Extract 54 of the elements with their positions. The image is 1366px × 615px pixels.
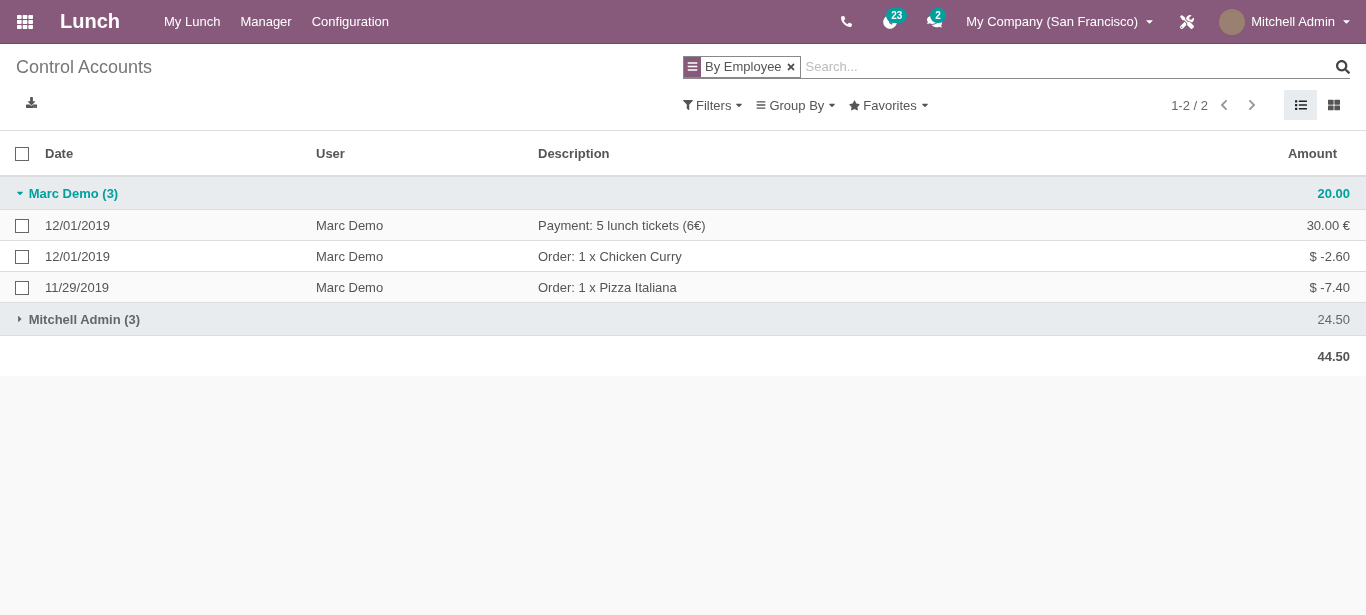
group-row[interactable]: Mitchell Admin (3) 24.50 [0,302,1366,336]
chevron-right-icon [1246,99,1258,111]
group-by-button[interactable]: Group By [756,97,844,113]
table-cell: Order: 1 x Pizza Italiana [530,271,1100,303]
list-view-button[interactable] [1284,90,1317,120]
list-view-icon [1294,99,1307,111]
app-name[interactable]: Lunch [50,0,130,43]
download-icon [26,96,37,108]
chevron-left-icon [1218,99,1230,111]
group-label[interactable]: Mitchell Admin (3) [15,311,141,327]
table-cell: Payment: 5 lunch tickets (6€) [530,209,1100,241]
pager-value: 1-2 / 2 [1171,97,1208,113]
menu-item[interactable]: My Lunch [154,0,231,43]
activity-count: 23 [886,8,908,23]
tools-icon [1180,14,1195,29]
table-cell: Marc Demo [308,240,530,272]
page-title: Control Accounts [16,56,154,78]
favorites-button[interactable]: Favorites [849,97,936,113]
user-menu[interactable]: Mitchell Admin [1209,0,1366,43]
row-checkbox[interactable] [15,280,29,295]
table-cell: Order: 1 x Chicken Curry [530,240,1100,272]
group-total: 24.50 [1099,302,1366,336]
group-icon [756,100,767,110]
activity-button[interactable]: 23 [868,0,913,43]
avatar [1219,8,1246,35]
row-checkbox[interactable] [15,249,29,264]
search-facet[interactable]: By Employee [683,55,801,78]
table-cell: Marc Demo [308,271,530,303]
table-cell: $ -2.60 [1099,240,1366,272]
message-count: 2 [930,8,946,23]
filter-icon [683,100,693,110]
star-icon [849,99,861,111]
search-icon [1336,59,1350,74]
messages-button[interactable]: 2 [912,0,957,43]
group-facet-icon [684,56,701,77]
grand-total: 44.50 [1099,335,1366,376]
row-checkbox[interactable] [15,218,29,233]
menu-item[interactable]: Manager [230,0,302,43]
group-total: 20.00 [1099,176,1366,210]
company-switcher[interactable]: My Company (San Francisco) [956,0,1166,43]
grid-icon [17,13,33,30]
remove-icon [785,61,796,72]
table-cell: Marc Demo [308,209,530,241]
table-cell: 12/01/2019 [37,240,308,272]
kanban-view-icon [1327,99,1340,111]
table-cell: 12/01/2019 [37,209,308,241]
table-cell: 30.00 € [1099,209,1366,241]
phone-icon [840,16,852,27]
table-cell: $ -7.40 [1099,271,1366,303]
table-cell: 11/29/2019 [37,271,308,303]
facet-label: By Employee [704,59,783,74]
filters-button[interactable]: Filters [683,97,751,113]
select-all-checkbox[interactable] [15,146,29,161]
menu-item[interactable]: Configuration [301,0,399,43]
